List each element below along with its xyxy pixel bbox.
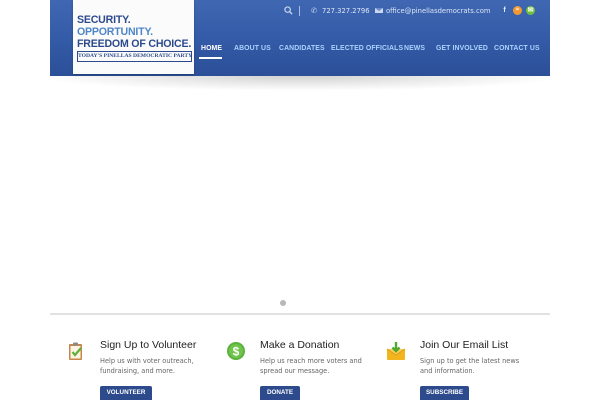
volunteer-title: Sign Up to Volunteer [100,339,197,351]
svg-text:$: $ [233,345,240,359]
rss-icon[interactable]: ≈ [513,6,522,15]
search-icon[interactable] [284,6,293,15]
email-list-description: Sign up to get the latest news and infor… [420,357,520,375]
nav-news[interactable]: NEWS [404,41,425,57]
email-social-icon[interactable]: ✉ [526,6,535,15]
logo-line-1: SECURITY. [77,14,131,26]
logo-line-2: OPPORTUNITY. [77,26,153,38]
mail-icon [375,8,383,13]
email-address[interactable]: office@pinellasdemocrats.com [386,5,490,17]
volunteer-description: Help us with voter outreach, fundraising… [100,357,194,375]
donate-button[interactable]: DONATE [260,386,300,400]
phone-number[interactable]: 727.327.2796 [322,5,370,17]
email-list-title: Join Our Email List [420,339,509,351]
envelope-download-icon [386,342,406,360]
nav-contact-us[interactable]: CONTACT US [494,41,540,57]
nav-home[interactable]: HOME [201,41,222,57]
site-logo[interactable]: SECURITY. OPPORTUNITY. FREEDOM OF CHOICE… [73,0,194,74]
nav-elected-officials[interactable]: ELECTED OFFICIALS [331,41,403,57]
nav-candidates[interactable]: CANDIDATES [279,41,325,57]
header-shadow [50,76,550,90]
subscribe-button[interactable]: SUBSCRIBE [420,386,469,400]
phone-icon: ✆ [311,6,318,15]
logo-tagline: TODAY'S PINELLAS DEMOCRATIC PARTY [77,51,192,62]
slider-pagination-dot[interactable] [280,300,286,306]
dollar-coin-icon: $ [227,342,245,360]
nav-active-indicator [199,57,222,59]
section-divider [50,313,550,315]
nav-get-involved[interactable]: GET INVOLVED [436,41,488,57]
clipboard-check-icon [69,342,82,360]
donation-description: Help us reach more voters and spread our… [260,357,362,375]
topbar-separator [299,6,300,16]
donation-title: Make a Donation [260,339,340,351]
volunteer-button[interactable]: VOLUNTEER [100,386,152,400]
logo-line-3: FREEDOM OF CHOICE. [77,38,192,50]
nav-about-us[interactable]: ABOUT US [234,41,271,57]
facebook-icon[interactable]: f [500,6,509,15]
